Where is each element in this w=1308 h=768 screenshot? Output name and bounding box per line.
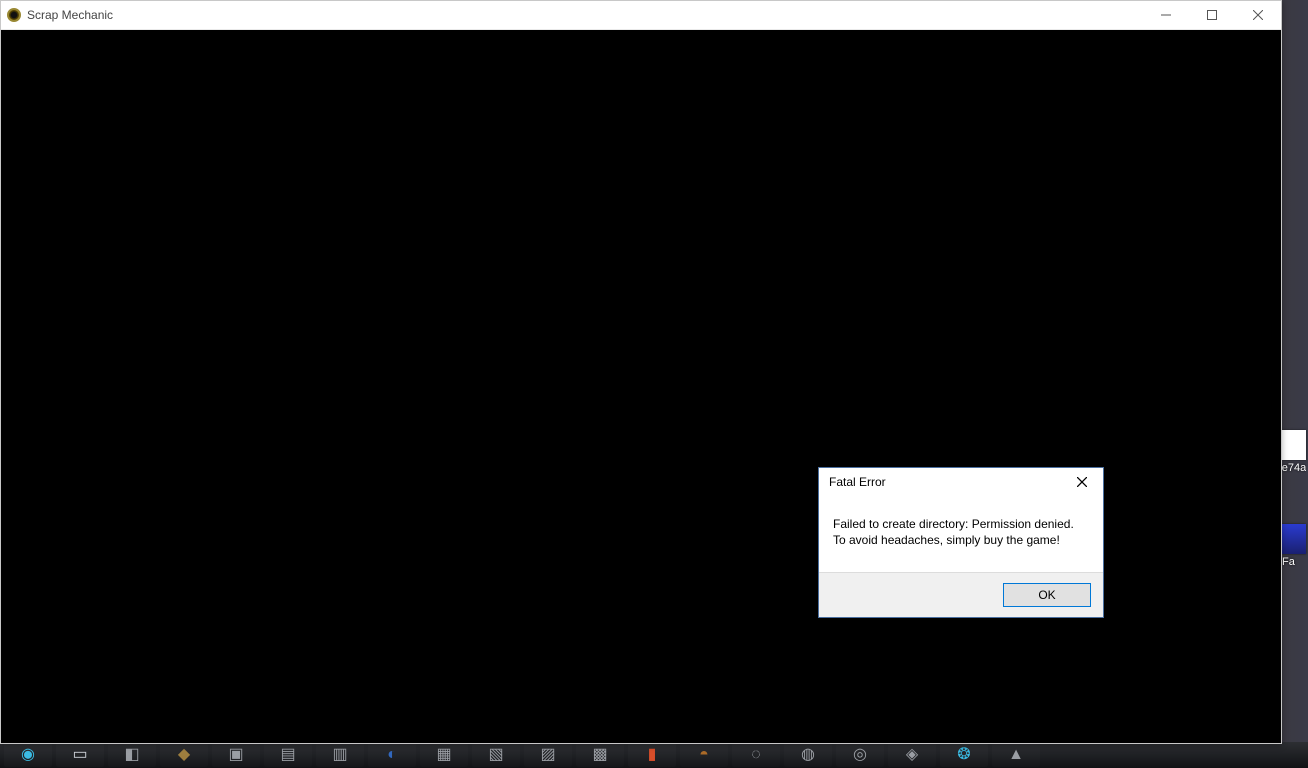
taskbar-item[interactable]: ▨ bbox=[524, 743, 572, 767]
desktop-icon-2[interactable]: Fa bbox=[1282, 524, 1306, 568]
app-icon: ◐ bbox=[387, 747, 397, 763]
minimize-button[interactable] bbox=[1143, 1, 1189, 29]
taskbar-item[interactable]: ▥ bbox=[316, 743, 364, 767]
app-window: Scrap Mechanic bbox=[0, 0, 1282, 744]
taskbar-item[interactable]: ▧ bbox=[472, 743, 520, 767]
minimize-icon bbox=[1161, 10, 1171, 20]
taskbar-item[interactable]: ▣ bbox=[212, 743, 260, 767]
taskbar-item[interactable]: ◌ bbox=[732, 743, 780, 767]
ok-button[interactable]: OK bbox=[1003, 583, 1091, 607]
dialog-titlebar[interactable]: Fatal Error bbox=[819, 468, 1103, 496]
app-icon bbox=[7, 8, 21, 22]
app-icon: ◆ bbox=[178, 747, 190, 763]
dialog-message-line: To avoid headaches, simply buy the game! bbox=[833, 532, 1089, 548]
dialog-body: Failed to create directory: Permission d… bbox=[819, 496, 1103, 572]
taskbar-item[interactable]: ◈ bbox=[888, 743, 936, 767]
desktop-icon-1[interactable]: e74a bbox=[1282, 430, 1306, 474]
desktop-background: e74a Fa ◉ ▭ ◧ ◆ ▣ ▤ ▥ ◐ ▦ ▧ ▨ ▩ ▮ ◓ ◌ ◍ … bbox=[0, 0, 1308, 768]
maximize-icon bbox=[1207, 10, 1217, 20]
taskbar-item[interactable]: ▤ bbox=[264, 743, 312, 767]
taskbar-item[interactable]: ▲ bbox=[992, 743, 1040, 767]
app-icon: ▧ bbox=[488, 747, 503, 763]
taskbar: ◉ ▭ ◧ ◆ ▣ ▤ ▥ ◐ ▦ ▧ ▨ ▩ ▮ ◓ ◌ ◍ ◎ ◈ ❂ ▲ bbox=[0, 742, 1308, 768]
error-dialog: Fatal Error Failed to create directory: … bbox=[818, 467, 1104, 618]
app-icon: ◓ bbox=[699, 747, 709, 763]
dialog-title: Fatal Error bbox=[829, 475, 886, 489]
taskbar-item[interactable]: ◧ bbox=[108, 743, 156, 767]
app-icon: ◧ bbox=[124, 747, 139, 763]
taskbar-item[interactable]: ◓ bbox=[680, 743, 728, 767]
app-icon: ◌ bbox=[751, 747, 761, 763]
desktop-icon-label: Fa bbox=[1282, 556, 1306, 568]
window-title: Scrap Mechanic bbox=[27, 8, 113, 22]
titlebar[interactable]: Scrap Mechanic bbox=[1, 1, 1281, 30]
window-buttons bbox=[1143, 1, 1281, 29]
taskbar-item[interactable]: ◆ bbox=[160, 743, 208, 767]
taskbar-item[interactable]: ▭ bbox=[56, 743, 104, 767]
app-icon: ▨ bbox=[540, 747, 555, 763]
app-icon: ◈ bbox=[906, 747, 918, 763]
app-icon: ▭ bbox=[72, 747, 87, 763]
dialog-message-line: Failed to create directory: Permission d… bbox=[833, 516, 1089, 532]
swirl-icon: ◉ bbox=[21, 747, 35, 763]
taskbar-item[interactable]: ❂ bbox=[940, 743, 988, 767]
taskbar-item[interactable]: ◍ bbox=[784, 743, 832, 767]
client-area bbox=[1, 30, 1281, 743]
maximize-button[interactable] bbox=[1189, 1, 1235, 29]
app-icon: ▲ bbox=[1008, 747, 1024, 763]
close-button[interactable] bbox=[1235, 1, 1281, 29]
dialog-close-button[interactable] bbox=[1065, 471, 1099, 493]
taskbar-item[interactable]: ◉ bbox=[4, 743, 52, 767]
taskbar-item[interactable]: ▮ bbox=[628, 743, 676, 767]
close-icon bbox=[1077, 477, 1087, 487]
desktop-icons-right: e74a Fa bbox=[1280, 430, 1308, 568]
file-icon bbox=[1282, 430, 1306, 460]
app-icon: ▥ bbox=[332, 747, 347, 763]
file-icon bbox=[1282, 524, 1306, 554]
app-icon: ▩ bbox=[592, 747, 607, 763]
app-icon: ▣ bbox=[228, 747, 243, 763]
taskbar-item[interactable]: ▦ bbox=[420, 743, 468, 767]
desktop-icon-label: e74a bbox=[1282, 462, 1306, 474]
close-icon bbox=[1253, 10, 1263, 20]
app-icon: ◎ bbox=[853, 747, 867, 763]
taskbar-item[interactable]: ◐ bbox=[368, 743, 416, 767]
dialog-footer: OK bbox=[819, 572, 1103, 617]
app-icon: ▤ bbox=[280, 747, 295, 763]
app-icon: ▦ bbox=[436, 747, 451, 763]
app-icon: ▮ bbox=[648, 747, 657, 763]
app-icon: ❂ bbox=[957, 747, 970, 763]
taskbar-item[interactable]: ▩ bbox=[576, 743, 624, 767]
app-icon: ◍ bbox=[801, 747, 815, 763]
taskbar-item[interactable]: ◎ bbox=[836, 743, 884, 767]
